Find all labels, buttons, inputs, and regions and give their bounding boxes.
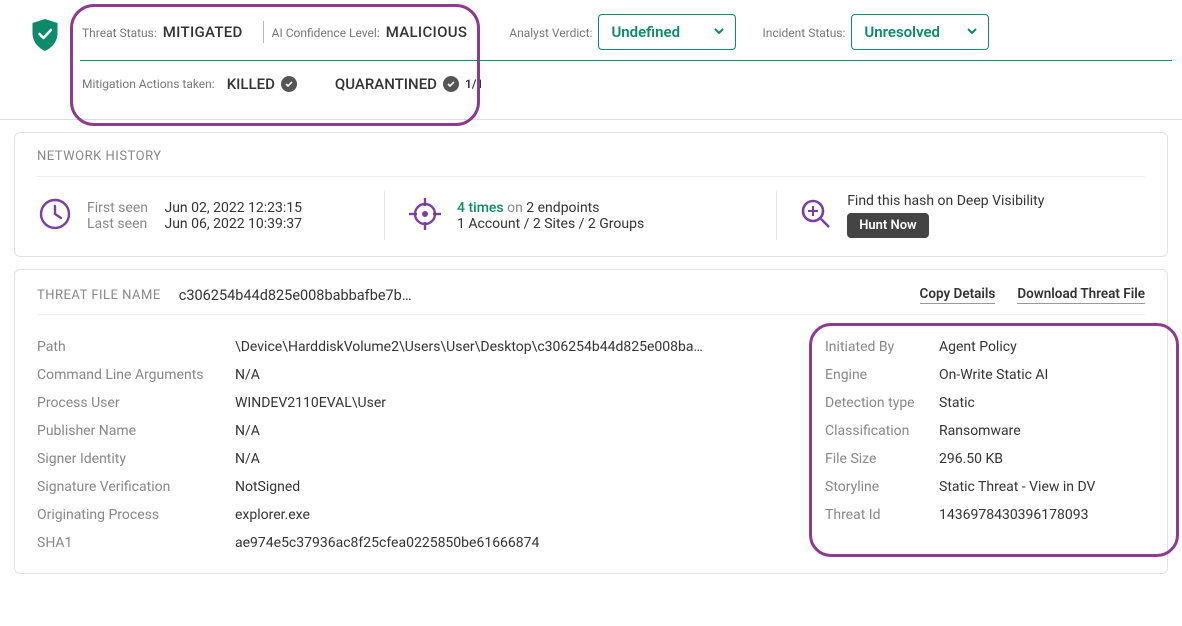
detail-row: Originating Processexplorer.exe — [37, 501, 795, 529]
detail-row: Path\Device\HarddiskVolume2\Users\User\D… — [37, 333, 795, 361]
detail-row: Publisher NameN/A — [37, 417, 795, 445]
threat-file-card: THREAT FILE NAME c306254b44d825e008babba… — [14, 269, 1168, 574]
detail-row: ClassificationRansomware — [825, 417, 1145, 445]
divider — [263, 21, 264, 43]
download-threat-file-link[interactable]: Download Threat File — [1017, 286, 1145, 304]
search-icon — [799, 197, 833, 235]
clock-icon — [37, 196, 73, 236]
analyst-verdict-select[interactable]: Undefined — [598, 14, 736, 50]
detail-row: Initiated ByAgent Policy — [825, 333, 1145, 361]
check-circle-icon — [281, 76, 297, 92]
scope-summary: 1 Account / 2 Sites / 2 Groups — [457, 216, 644, 232]
detail-row: StorylineStatic Threat - View in DV — [825, 473, 1145, 501]
network-history-card: NETWORK HISTORY First seen Jun 02, 2022 … — [14, 132, 1168, 257]
mitigation-label: Mitigation Actions taken: — [82, 77, 215, 91]
chevron-down-icon — [713, 23, 725, 41]
detail-row: File Size296.50 KB — [825, 445, 1145, 473]
action-quarantined: QUARANTINED 1/1 — [335, 75, 483, 93]
action-killed: KILLED — [227, 75, 297, 93]
check-circle-icon — [443, 76, 459, 92]
threat-file-name: c306254b44d825e008babbafbe7b… — [179, 287, 412, 304]
copy-details-link[interactable]: Copy Details — [920, 286, 996, 304]
threat-status: Threat Status: MITIGATED — [82, 23, 255, 41]
ai-confidence: AI Confidence Level: MALICIOUS — [272, 23, 480, 41]
detail-row: Process UserWINDEV2110EVAL\User — [37, 389, 795, 417]
detail-row: Signature VerificationNotSigned — [37, 473, 795, 501]
incident-status-group: Incident Status: Unresolved — [762, 14, 1001, 50]
deep-visibility-text: Find this hash on Deep Visibility — [847, 193, 1044, 209]
detail-row: SHA1ae974e5c37936ac8f25cfea0225850be6166… — [37, 529, 795, 557]
detail-row: EngineOn-Write Static AI — [825, 361, 1145, 389]
detail-row: Command Line ArgumentsN/A — [37, 361, 795, 389]
last-seen: Last seen Jun 06, 2022 10:39:37 — [87, 216, 302, 232]
analyst-verdict-group: Analyst Verdict: Undefined — [509, 14, 748, 50]
threat-file-title: THREAT FILE NAME — [37, 288, 161, 303]
detail-row: Signer IdentityN/A — [37, 445, 795, 473]
hunt-now-button[interactable]: Hunt Now — [847, 213, 928, 238]
target-icon — [407, 196, 443, 236]
chevron-down-icon — [966, 23, 978, 41]
detail-row: Threat Id1436978430396178093 — [825, 501, 1145, 529]
detail-row: Detection typeStatic — [825, 389, 1145, 417]
shield-check-icon — [28, 18, 62, 56]
first-seen: First seen Jun 02, 2022 12:23:15 — [87, 200, 302, 216]
incident-status-select[interactable]: Unresolved — [851, 14, 989, 50]
occurrence-summary: 4 times on 2 endpoints — [457, 200, 644, 216]
network-history-title: NETWORK HISTORY — [37, 149, 1145, 164]
